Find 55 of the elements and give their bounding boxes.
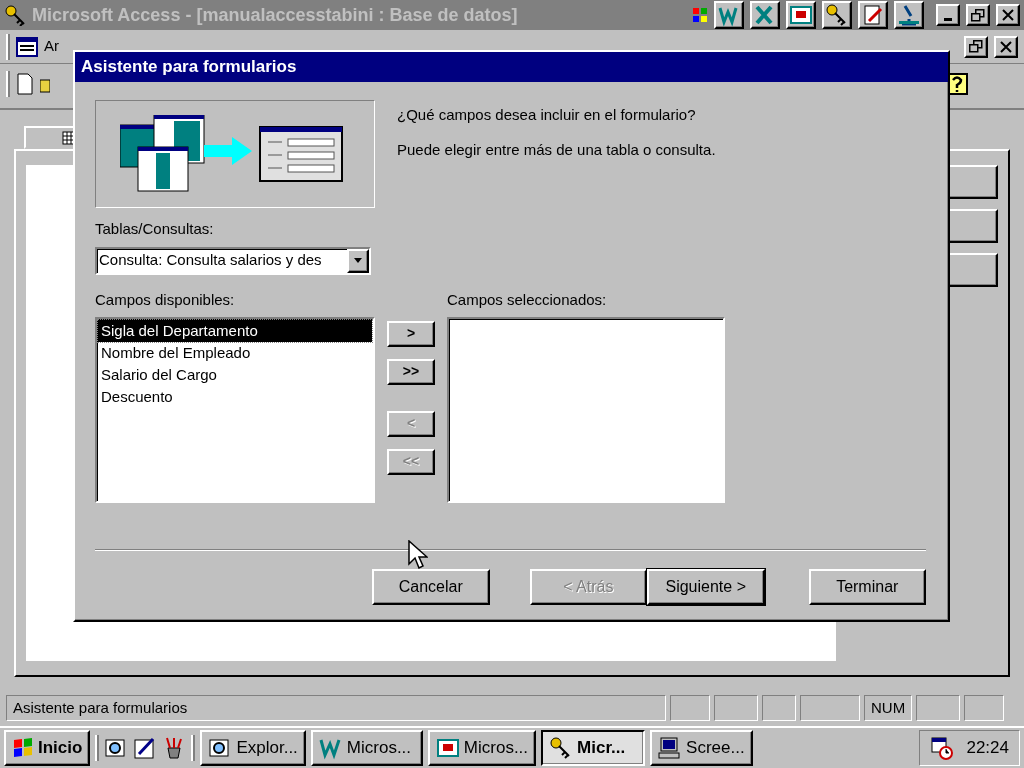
field-label: Campos disponibles: bbox=[95, 289, 236, 310]
close-button[interactable] bbox=[996, 4, 1020, 26]
form-icon[interactable] bbox=[16, 36, 38, 57]
taskbar-button[interactable]: Explor... bbox=[200, 730, 306, 766]
taskbar-button[interactable]: Micros... bbox=[310, 730, 423, 766]
restore-icon bbox=[969, 40, 983, 53]
move-button[interactable]: > bbox=[387, 320, 435, 347]
status-panel bbox=[762, 695, 796, 721]
new-document-icon[interactable] bbox=[16, 73, 34, 95]
list-item[interactable]: Sigla del Departamento bbox=[98, 320, 372, 342]
scheduler-icon[interactable] bbox=[930, 736, 955, 760]
presentation-icon[interactable] bbox=[789, 3, 813, 27]
list-item[interactable]: Salario del Cargo bbox=[98, 364, 372, 386]
status-panel bbox=[670, 695, 710, 721]
dialog-title: Asistente para formularios bbox=[81, 56, 297, 79]
status-text: Asistente para formularios bbox=[6, 695, 666, 721]
notepad-icon[interactable] bbox=[861, 3, 885, 27]
list-item[interactable]: Descuento bbox=[98, 386, 372, 408]
status-panel bbox=[714, 695, 758, 721]
status-indicator: NUM bbox=[864, 695, 913, 721]
status-panel bbox=[916, 695, 961, 721]
computer-icon bbox=[658, 736, 683, 760]
taskbar-button[interactable]: Scree... bbox=[650, 730, 753, 766]
presentation-icon bbox=[435, 736, 460, 760]
field-label: Campos seleccionados: bbox=[447, 289, 608, 310]
dialog-button[interactable]: Siguiente > bbox=[647, 569, 765, 605]
dropdown-arrow-icon[interactable] bbox=[354, 258, 362, 263]
menu-item[interactable]: Ar bbox=[44, 35, 59, 58]
restore-button[interactable] bbox=[964, 35, 988, 58]
hint-text: Puede elegir entre más de una tabla o consulta. bbox=[397, 139, 716, 160]
window-title: Microsoft Access - [manualaccesstabini : Base de datos] bbox=[32, 3, 518, 27]
move-button[interactable]: >> bbox=[387, 358, 435, 385]
minimize-icon bbox=[944, 18, 952, 21]
dialog-button[interactable]: Terminar bbox=[808, 569, 926, 605]
restore-button[interactable] bbox=[966, 4, 990, 26]
taskbar-button[interactable]: Micros... bbox=[427, 730, 537, 766]
query-dropdown[interactable]: Consulta: Consulta salarios y des bbox=[95, 246, 371, 275]
question-text: ¿Qué campos desea incluir en el formulario? bbox=[397, 105, 697, 125]
restore-icon bbox=[971, 8, 985, 22]
status-panel bbox=[964, 695, 1005, 721]
taskbar-button[interactable]: Micr... bbox=[541, 730, 646, 766]
start-button[interactable]: Inicio bbox=[4, 730, 91, 766]
close-icon bbox=[1000, 40, 1012, 53]
windows-logo-icon bbox=[692, 7, 708, 23]
status-panel bbox=[800, 695, 860, 721]
key-icon bbox=[4, 4, 26, 26]
clock: 22:24 bbox=[966, 737, 1009, 760]
mouse-pointer-icon bbox=[408, 540, 428, 570]
close-button[interactable] bbox=[994, 35, 1018, 58]
minimize-button[interactable] bbox=[936, 4, 960, 26]
windows-logo-icon bbox=[12, 737, 34, 759]
list-item[interactable]: Nombre del Empleado bbox=[98, 342, 372, 364]
close-icon bbox=[1002, 9, 1014, 21]
dialog-button[interactable]: Cancelar bbox=[372, 569, 490, 605]
field-label: Tablas/Consultas: bbox=[95, 219, 215, 239]
